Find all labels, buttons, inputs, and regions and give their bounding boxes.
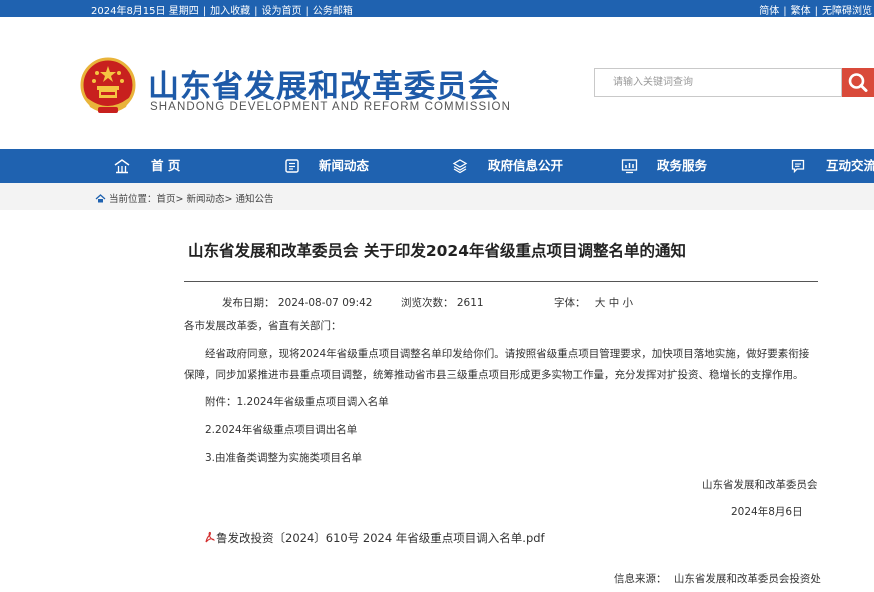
site-title[interactable]: 山东省发展和改革委员会 bbox=[148, 61, 500, 106]
attachment-3: 3.由准备类调整为实施类项目名单 bbox=[205, 452, 363, 464]
breadcrumb: 当前位置：首页> 新闻动态> 通知公告 bbox=[95, 191, 274, 205]
home-small-icon bbox=[95, 194, 106, 203]
chart-icon bbox=[621, 159, 638, 174]
breadcrumb-bar: 当前位置：首页> 新闻动态> 通知公告 bbox=[0, 183, 874, 210]
views-count: 2611 bbox=[456, 297, 484, 309]
attachment-1: 附件：1.2024年省级重点项目调入名单 bbox=[205, 396, 389, 408]
search-button[interactable] bbox=[842, 68, 874, 97]
article-title: 山东省发展和改革委员会 关于印发2024年省级重点项目调整名单的通知 bbox=[187, 242, 687, 260]
nav-item-gov-info[interactable]: 政府信息公开 bbox=[452, 149, 563, 183]
nav-item-news[interactable]: 新闻动态 bbox=[284, 149, 369, 183]
paragraph-line-1: 经省政府同意，现将2024年省级重点项目调整名单印发给你们。请按照省级重点项目管… bbox=[205, 348, 810, 360]
breadcrumb-prefix: 当前位置： bbox=[109, 194, 157, 205]
search-input[interactable]: 请输入关键词查询 bbox=[594, 68, 842, 97]
breadcrumb-news[interactable]: 新闻动态 bbox=[187, 194, 225, 205]
set-homepage-link[interactable]: 设为首页 bbox=[261, 6, 301, 17]
font-size-control: 字体： 大 中 小 bbox=[554, 295, 633, 310]
nav-label-news: 新闻动态 bbox=[319, 158, 370, 173]
accessible-link[interactable]: 无障碍浏览 bbox=[822, 6, 872, 17]
pdf-attachment-link[interactable]: 鲁发改投资〔2024〕610号 2024 年省级重点项目调入名单.pdf bbox=[204, 530, 545, 546]
add-favorite-link[interactable]: 加入收藏 bbox=[210, 6, 250, 17]
attachment-2: 2.2024年省级重点项目调出名单 bbox=[205, 424, 358, 436]
source-label: 信息来源： bbox=[614, 573, 667, 585]
nav-label-gov-info: 政府信息公开 bbox=[488, 158, 564, 173]
site-header: 山东省发展和改革委员会 SHANDONG DEVELOPMENT AND REF… bbox=[0, 17, 874, 149]
source-value: 山东省发展和改革委员会投资处 bbox=[673, 573, 821, 585]
top-bar-right: 简体 | 繁体 | 无障碍浏览 bbox=[759, 6, 872, 17]
simplified-link[interactable]: 简体 bbox=[759, 6, 779, 17]
signer: 山东省发展和改革委员会 bbox=[702, 479, 818, 491]
publish-info: 发布日期： 2024-08-07 09:42 bbox=[222, 295, 372, 310]
salutation: 各市发展改革委，省直有关部门： bbox=[184, 320, 342, 332]
search-icon bbox=[848, 73, 868, 92]
nav-item-home[interactable]: 首 页 bbox=[113, 149, 180, 183]
current-date: 2024年8月15日 星期四 bbox=[91, 6, 199, 17]
font-label: 字体： bbox=[554, 297, 586, 309]
news-icon bbox=[285, 159, 299, 173]
publish-label: 发布日期： bbox=[222, 297, 275, 309]
pdf-filename: 鲁发改投资〔2024〕610号 2024 年省级重点项目调入名单.pdf bbox=[216, 531, 545, 545]
publish-date: 2024-08-07 09:42 bbox=[277, 297, 373, 309]
breadcrumb-separator: > bbox=[224, 194, 233, 205]
main-nav: 首 页 新闻动态 政府信息公开 政务服务 互动交流 bbox=[0, 149, 874, 183]
layers-icon bbox=[452, 159, 468, 174]
nav-label-services: 政务服务 bbox=[657, 158, 708, 173]
paragraph-line-2: 保障，同步加紧推进市县重点项目调整，统筹推动省市县三级重点项目形成更多实物工作量… bbox=[184, 369, 804, 381]
views-label: 浏览次数： bbox=[401, 297, 454, 309]
chat-icon bbox=[791, 159, 805, 174]
top-bar: 2024年8月15日 星期四 | 加入收藏 | 设为首页 | 公务邮箱 简体 | 繁体 | 无障碍浏… bbox=[0, 0, 874, 17]
pdf-icon bbox=[205, 531, 215, 543]
top-bar-left: 2024年8月15日 星期四 | 加入收藏 | 设为首页 | 公务邮箱 bbox=[91, 6, 353, 17]
font-medium-button[interactable]: 中 bbox=[609, 297, 620, 309]
traditional-link[interactable]: 繁体 bbox=[791, 6, 811, 17]
public-mail-link[interactable]: 公务邮箱 bbox=[313, 6, 353, 17]
sign-date: 2024年8月6日 bbox=[731, 506, 803, 518]
breadcrumb-notice[interactable]: 通知公告 bbox=[236, 194, 274, 205]
font-large-button[interactable]: 大 bbox=[595, 297, 606, 309]
nav-item-interaction[interactable]: 互动交流 bbox=[790, 149, 874, 183]
nav-label-home: 首 页 bbox=[151, 158, 181, 173]
national-emblem-icon bbox=[80, 57, 136, 113]
breadcrumb-home[interactable]: 首页 bbox=[157, 194, 176, 205]
breadcrumb-separator: > bbox=[175, 194, 184, 205]
views-info: 浏览次数： 2611 bbox=[401, 295, 484, 310]
info-source: 信息来源： 山东省发展和改革委员会投资处 bbox=[614, 571, 821, 586]
nav-item-services[interactable]: 政务服务 bbox=[621, 149, 707, 183]
nav-label-interaction: 互动交流 bbox=[826, 158, 874, 173]
title-divider bbox=[184, 281, 818, 282]
site-subtitle: SHANDONG DEVELOPMENT AND REFORM COMMISSI… bbox=[150, 101, 511, 113]
home-icon bbox=[114, 159, 130, 174]
font-small-button[interactable]: 小 bbox=[623, 297, 634, 309]
